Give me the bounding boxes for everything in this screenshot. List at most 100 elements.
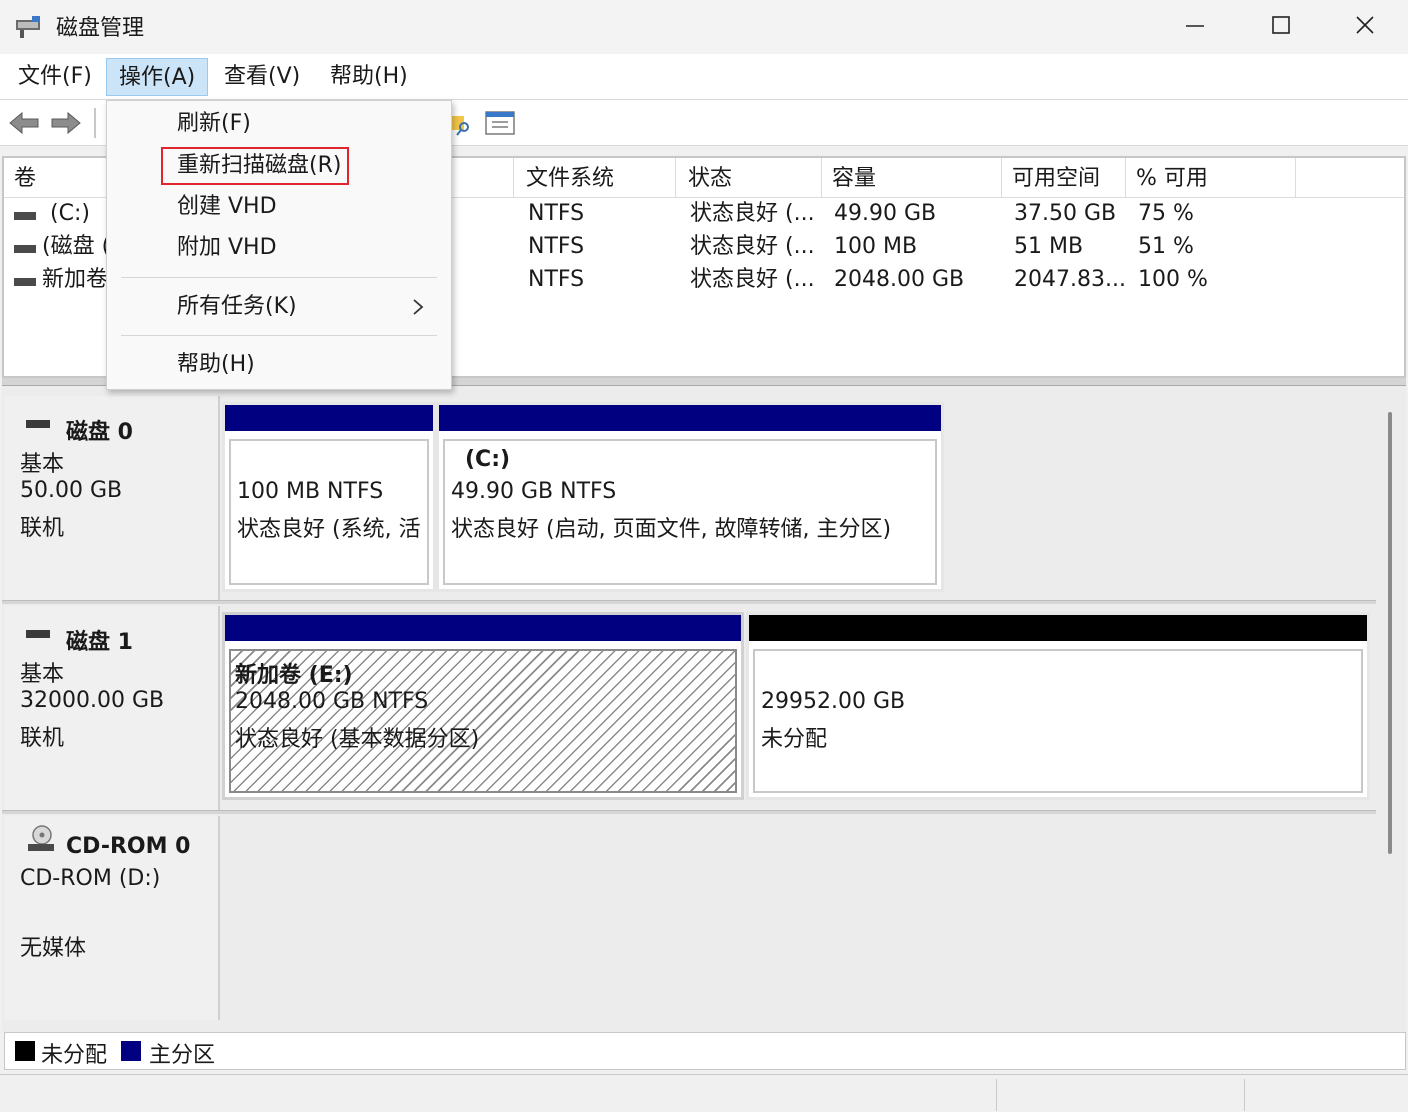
disk-state: 联机 [20, 726, 65, 751]
menu-item-help[interactable]: 帮助(H) [177, 348, 255, 382]
primary-partition-bar [225, 405, 433, 431]
menu-view[interactable]: 查看(V) [212, 58, 312, 96]
cell-filesystem: NTFS [528, 234, 585, 259]
disk-map: 磁盘 0 基本 50.00 GB 联机 100 MB NTFS 状态良好 (系统… [2, 386, 1406, 1032]
status-divider [1244, 1079, 1245, 1111]
disk-state: 无媒体 [20, 936, 87, 961]
disk-0-label[interactable]: 磁盘 0 基本 50.00 GB 联机 [4, 396, 220, 602]
partition-size: 49.90 GB NTFS [451, 479, 617, 504]
partition-unallocated[interactable]: 29952.00 GB 未分配 [746, 612, 1370, 800]
menu-help[interactable]: 帮助(H) [318, 58, 420, 96]
disk-separator [2, 600, 1376, 604]
partition-label: (C:) [465, 447, 511, 472]
cdrom-icon [28, 825, 54, 851]
cell-free-space: 51 MB [1014, 234, 1084, 259]
column-free-space[interactable]: 可用空间 [1002, 158, 1126, 198]
menu-file[interactable]: 文件(F) [6, 58, 104, 96]
menu-bar: 文件(F) 操作(A) 查看(V) 帮助(H) [0, 54, 1408, 100]
disk-type: 基本 [20, 452, 65, 477]
back-arrow-icon[interactable] [8, 108, 40, 138]
action-dropdown-menu: 刷新(F) 重新扫描磁盘(R) 创建 VHD 附加 VHD 所有任务(K) 帮助… [106, 100, 452, 390]
menu-item-all-tasks[interactable]: 所有任务(K) [177, 290, 297, 324]
partition-size: 29952.00 GB [761, 689, 906, 714]
menu-item-rescan-disks[interactable]: 重新扫描磁盘(R) [177, 149, 341, 183]
cell-filesystem: NTFS [528, 201, 585, 226]
partition-body: 新加卷 (E:) 2048.00 GB NTFS 状态良好 (基本数据分区) [229, 649, 737, 793]
partition-body: 100 MB NTFS 状态良好 (系统, 活 [229, 439, 429, 585]
disk-icon [26, 630, 50, 638]
cell-capacity: 100 MB [834, 234, 918, 259]
close-icon [1356, 16, 1374, 34]
window-title: 磁盘管理 [56, 16, 145, 41]
menu-separator [121, 335, 437, 336]
partition-size: 2048.00 GB NTFS [235, 689, 429, 714]
menu-item-create-vhd[interactable]: 创建 VHD [177, 190, 277, 224]
disk-separator [2, 810, 1376, 814]
partition-status: 状态良好 (启动, 页面文件, 故障转储, 主分区) [451, 517, 892, 542]
legend-primary: 主分区 [149, 1043, 216, 1068]
disk-type: 基本 [20, 662, 65, 687]
maximize-button[interactable] [1238, 0, 1324, 50]
legend-swatch-primary [121, 1041, 141, 1061]
cell-free-space: 37.50 GB [1014, 201, 1117, 226]
cell-filesystem: NTFS [528, 267, 585, 292]
primary-partition-bar [439, 405, 941, 431]
unallocated-bar [749, 615, 1367, 641]
partition-body: 29952.00 GB 未分配 [753, 649, 1363, 793]
primary-partition-bar [225, 615, 741, 641]
partition-system-reserved[interactable]: 100 MB NTFS 状态良好 (系统, 活 [222, 402, 436, 592]
cdrom-0-label[interactable]: CD-ROM 0 CD-ROM (D:) 无媒体 [4, 816, 220, 1020]
partition-e[interactable]: 新加卷 (E:) 2048.00 GB NTFS 状态良好 (基本数据分区) [222, 612, 744, 800]
cell-percent-free: 100 % [1138, 267, 1208, 292]
disk-icon [26, 420, 50, 428]
disk-type: CD-ROM (D:) [20, 866, 161, 891]
minimize-button[interactable] [1152, 0, 1238, 50]
cell-volume[interactable]: (C:) [40, 198, 110, 230]
partition-status: 状态良好 (基本数据分区) [235, 727, 480, 752]
partition-label: 新加卷 (E:) [235, 663, 353, 688]
forward-arrow-icon[interactable] [50, 108, 82, 138]
disk-map-scrollbar[interactable] [1388, 412, 1392, 854]
partition-body: (C:) 49.90 GB NTFS 状态良好 (启动, 页面文件, 故障转储,… [443, 439, 937, 585]
partition-size: 100 MB NTFS [237, 479, 384, 504]
cell-capacity: 49.90 GB [834, 201, 937, 226]
maximize-icon [1272, 16, 1290, 34]
minimize-icon [1186, 25, 1204, 27]
chevron-right-icon [413, 299, 424, 315]
disk-management-icon [16, 16, 40, 38]
column-percent-free[interactable]: % 可用 [1126, 158, 1296, 198]
legend: 未分配 主分区 [4, 1032, 1406, 1070]
menu-separator [121, 277, 437, 278]
column-status[interactable]: 状态 [678, 158, 822, 198]
partition-status: 未分配 [761, 727, 828, 752]
title-bar: 磁盘管理 [0, 0, 1408, 54]
search-folder-icon[interactable] [448, 108, 480, 138]
column-filesystem[interactable]: 文件系统 [516, 158, 676, 198]
cell-volume[interactable]: 新加卷 [32, 264, 110, 296]
status-bar [0, 1074, 1408, 1112]
legend-swatch-unallocated [15, 1041, 35, 1061]
cell-percent-free: 51 % [1138, 234, 1194, 259]
legend-unallocated: 未分配 [41, 1043, 108, 1068]
disk-name: CD-ROM 0 [66, 834, 191, 859]
cell-status: 状态良好 (... [690, 267, 815, 292]
disk-size: 32000.00 GB [20, 688, 165, 713]
cell-status: 状态良好 (... [690, 234, 815, 259]
disk-state: 联机 [20, 516, 65, 541]
properties-icon[interactable] [484, 108, 516, 138]
menu-item-attach-vhd[interactable]: 附加 VHD [177, 231, 277, 265]
column-capacity[interactable]: 容量 [822, 158, 1002, 198]
disk-name: 磁盘 1 [66, 630, 133, 655]
menu-action[interactable]: 操作(A) [106, 58, 209, 96]
disk-size: 50.00 GB [20, 478, 123, 503]
menu-item-refresh[interactable]: 刷新(F) [177, 107, 251, 141]
disk-1-label[interactable]: 磁盘 1 基本 32000.00 GB 联机 [4, 606, 220, 812]
cell-percent-free: 75 % [1138, 201, 1194, 226]
cell-status: 状态良好 (... [690, 201, 815, 226]
status-divider [996, 1079, 997, 1111]
cell-volume[interactable]: (磁盘 ( [32, 231, 110, 263]
close-button[interactable] [1322, 0, 1408, 50]
partition-c[interactable]: (C:) 49.90 GB NTFS 状态良好 (启动, 页面文件, 故障转储,… [436, 402, 944, 592]
disk-icon [14, 212, 36, 220]
disk-name: 磁盘 0 [66, 420, 133, 445]
